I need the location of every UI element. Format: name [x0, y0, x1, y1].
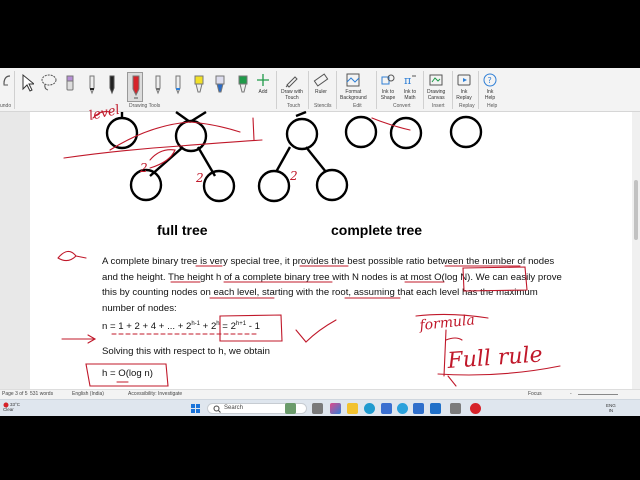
caption-full-tree: full tree	[157, 222, 208, 238]
zoom-slider[interactable]	[578, 394, 618, 395]
status-bar: Page 3 of 5 531 words English (India) Ac…	[0, 389, 640, 399]
add-pen-button[interactable]: Add	[255, 72, 271, 95]
word-count[interactable]: 531 words	[30, 391, 53, 397]
caption-complete-tree: complete tree	[331, 222, 423, 238]
touch-pen-icon	[285, 76, 298, 88]
weather-widget[interactable]: 33°C Clear	[3, 402, 20, 412]
drawing-tools-group-label: Drawing Tools	[129, 103, 161, 109]
chrome-icon[interactable]	[470, 403, 481, 414]
accessibility-status[interactable]: Accessibility: Investigate	[128, 391, 182, 397]
drawing-canvas-button[interactable]: Drawing Canvas	[427, 72, 445, 101]
edge-browser-icon[interactable]	[364, 403, 375, 414]
ink-replay-icon	[457, 74, 471, 86]
task-view-icon[interactable]	[312, 403, 323, 414]
convert-group-label: Convert	[393, 103, 411, 109]
pen-red-icon-selected[interactable]	[127, 72, 143, 102]
help-icon: ?	[483, 73, 497, 87]
eraser-icon[interactable]	[64, 72, 76, 100]
letterbox-bottom	[0, 416, 640, 480]
help-group-label: Help	[487, 103, 498, 109]
zoom-out-button[interactable]: -	[570, 391, 572, 397]
draw-ribbon: undo Add Drawing Tools Draw with Touch T…	[0, 68, 640, 112]
equation-node-count: n = 1 + 2 + 4 + ... + 2h-1 + 2h = 2h+1 -…	[102, 321, 260, 333]
highlighter-yellow-icon[interactable]	[192, 72, 206, 100]
letterbox-top	[0, 0, 640, 68]
replay-group-label: Replay	[459, 103, 475, 109]
page-count[interactable]: Page 3 of 5	[2, 391, 28, 397]
search-icon	[213, 405, 221, 413]
undo-group-label: undo	[0, 103, 12, 109]
pen-gray-icon[interactable]	[152, 72, 164, 100]
highlighter-green-icon[interactable]	[213, 72, 227, 100]
ink-to-shape-icon	[381, 74, 395, 85]
store-icon[interactable]	[381, 403, 392, 414]
edit-group-label: Edit	[353, 103, 362, 109]
result-equation: h = O(log n)	[102, 368, 153, 379]
ruler-button[interactable]: Ruler	[313, 72, 329, 95]
format-background-icon	[346, 73, 360, 87]
outlook-icon[interactable]	[430, 403, 441, 414]
ruler-icon	[313, 73, 329, 87]
paragraph-complete-binary-tree: A complete binary tree is very special t…	[102, 256, 562, 314]
ink-to-math-icon: π	[404, 74, 416, 87]
solving-text: Solving this with respect to h, we obtai…	[102, 346, 270, 357]
ink-replay-button[interactable]: Ink Replay	[456, 72, 472, 101]
undo-icon[interactable]	[2, 72, 12, 92]
svg-text:?: ?	[488, 76, 492, 85]
drawing-canvas-icon	[429, 74, 443, 86]
select-cursor-icon[interactable]	[20, 72, 34, 94]
windows-start-icon[interactable]	[190, 403, 201, 414]
insert-group-label: Insert	[432, 103, 445, 109]
svg-text:π: π	[404, 74, 411, 87]
ink-to-math-button[interactable]: π Ink to Math	[402, 72, 418, 101]
ink-to-shape-button[interactable]: Ink to Shape	[380, 72, 396, 101]
lasso-select-icon[interactable]	[40, 72, 58, 94]
file-explorer-icon[interactable]	[347, 403, 358, 414]
pen-green-icon[interactable]	[236, 72, 250, 100]
plus-icon	[257, 74, 269, 86]
pen-blue-icon[interactable]	[172, 72, 184, 100]
pen-black-2-icon[interactable]	[106, 72, 118, 100]
pen-black-1-icon[interactable]	[86, 72, 98, 100]
telegram-icon[interactable]	[397, 403, 408, 414]
snipping-tool-icon[interactable]	[450, 403, 461, 414]
windows-taskbar: 33°C Clear Search ENG IN	[0, 399, 640, 416]
word-app-icon[interactable]	[413, 403, 424, 414]
format-background-button[interactable]: Format Background	[340, 72, 367, 101]
weather-icon	[3, 402, 9, 408]
touch-group-label: Touch	[287, 103, 301, 109]
language-tray[interactable]: ENG IN	[606, 403, 616, 413]
copilot-icon[interactable]	[330, 403, 341, 414]
language-indicator[interactable]: English (India)	[72, 391, 104, 397]
vertical-scrollbar-thumb[interactable]	[634, 180, 638, 240]
taskbar-news-icon[interactable]	[285, 403, 296, 414]
draw-with-touch-button[interactable]: Draw with Touch	[281, 72, 303, 101]
ink-help-button[interactable]: ? Ink Help	[482, 72, 498, 101]
vertical-scrollbar[interactable]	[632, 112, 640, 389]
stencils-group-label: Stencils	[314, 103, 332, 109]
focus-mode-button[interactable]: Focus	[528, 391, 542, 397]
